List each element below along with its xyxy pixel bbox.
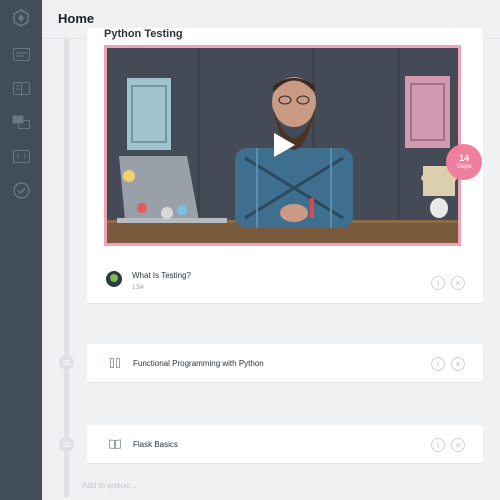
queue-item[interactable]: Flask Basics i ×	[87, 425, 483, 463]
queue-item-label: Functional Programming with Python	[133, 359, 264, 368]
queue-timeline	[64, 38, 69, 498]
steps-badge: 14 Steps	[446, 144, 482, 180]
library-icon[interactable]	[0, 74, 42, 102]
completed-icon[interactable]	[0, 176, 42, 204]
track-icon	[110, 358, 120, 368]
course-title: Python Testing	[104, 28, 183, 40]
community-icon[interactable]	[0, 108, 42, 136]
tracks-icon[interactable]	[0, 40, 42, 68]
workspaces-icon[interactable]	[0, 142, 42, 170]
steps-label: Steps	[456, 164, 472, 170]
close-icon[interactable]: ×	[451, 276, 465, 290]
step-avatar-icon	[106, 271, 122, 287]
steps-count: 14	[458, 153, 469, 163]
sidebar	[0, 0, 42, 500]
add-to-queue-input[interactable]: Add to queue...	[82, 481, 136, 490]
step-duration: 1:54	[132, 285, 144, 291]
logo-icon[interactable]	[0, 4, 42, 32]
step-title[interactable]: What Is Testing?	[132, 271, 191, 280]
info-icon[interactable]: i	[431, 276, 445, 290]
close-icon[interactable]: ×	[451, 438, 465, 452]
close-icon[interactable]: ×	[451, 357, 465, 371]
info-icon[interactable]: i	[431, 438, 445, 452]
queue-handle-icon[interactable]	[59, 437, 74, 452]
video-player[interactable]	[104, 45, 461, 246]
book-icon	[109, 439, 121, 449]
queue-item-label: Flask Basics	[133, 440, 178, 449]
course-card: Python Testing What Is Testing? 1:54 i ×	[87, 28, 483, 303]
info-icon[interactable]: i	[431, 357, 445, 371]
play-icon[interactable]	[270, 132, 296, 158]
queue-handle-icon[interactable]	[59, 355, 74, 370]
queue-item[interactable]: Functional Programming with Python i ×	[87, 344, 483, 382]
page-title: Home	[58, 11, 95, 26]
